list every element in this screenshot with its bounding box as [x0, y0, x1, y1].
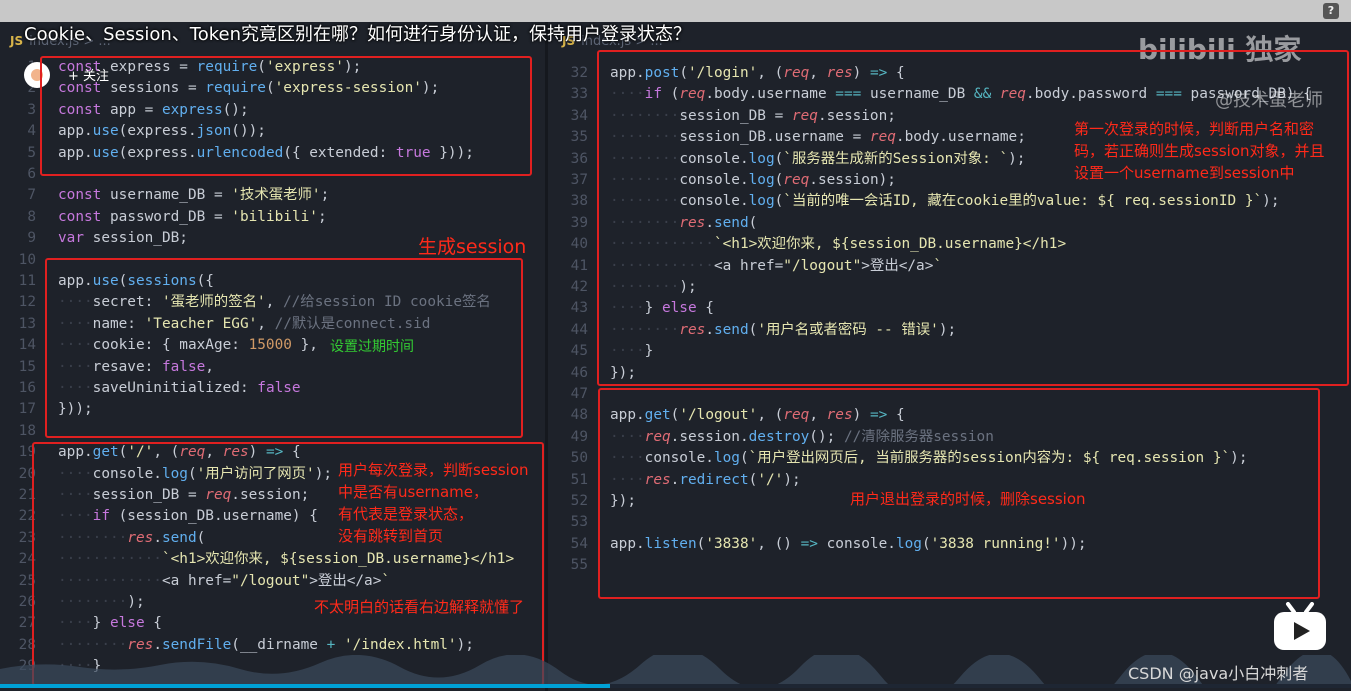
line-number: 47 [570, 386, 588, 402]
line-number: 27 [18, 615, 36, 632]
annotation-see-right: 不太明白的话看右边解释就懂了 [314, 598, 525, 616]
csdn-watermark: CSDN @java小白冲刺者 [1128, 664, 1309, 683]
code-line-9[interactable]: 9 var session_DB; [0, 228, 188, 249]
line-number: 21 [18, 487, 36, 503]
line-number: 49 [570, 428, 588, 445]
highlight-box-imports [40, 56, 532, 176]
line-number: 40 [570, 236, 588, 253]
line-number: 12 [18, 294, 36, 311]
line-number: 35 [570, 129, 588, 146]
line-number: 50 [570, 450, 588, 467]
line-number: 23 [18, 529, 36, 546]
line-number: 4 [27, 123, 36, 140]
line-number: 25 [18, 572, 36, 589]
line-number: 32 [570, 65, 588, 81]
line-number: 37 [570, 172, 588, 188]
line-number: 46 [570, 364, 588, 381]
line-number: 44 [570, 321, 588, 338]
annotation-first-login-2: 码，若正确则生成session对象，并且 [1074, 142, 1325, 160]
line-number: 13 [18, 315, 36, 332]
annotation-first-login-3: 设置一个username到session中 [1074, 164, 1295, 182]
line-number: 8 [27, 208, 36, 225]
js-file-icon: JS [10, 34, 24, 48]
line-number: 43 [570, 300, 588, 317]
line-number: 18 [18, 422, 36, 439]
video-top-strip: ? [0, 0, 1351, 22]
line-number: 55 [570, 557, 588, 574]
line-number: 19 [18, 444, 36, 461]
annotation-each-login-2: 中是否有username， [338, 483, 488, 501]
line-number: 42 [570, 279, 588, 295]
line-number: 26 [18, 594, 36, 610]
line-number: 39 [570, 214, 588, 231]
line-number: 11 [18, 273, 36, 289]
line-number: 48 [570, 407, 588, 424]
line-number: 22 [18, 508, 36, 525]
annotation-each-login-3: 有代表是登录状态， [338, 505, 474, 523]
line-number: 54 [570, 535, 588, 552]
line-number: 16 [18, 380, 36, 396]
help-icon[interactable]: ? [1323, 3, 1339, 19]
line-number: 14 [18, 337, 36, 354]
line-number: 53 [570, 514, 588, 531]
annotation-first-login-1: 第一次登录的时候，判断用户名和密 [1074, 120, 1315, 138]
video-progress-bar[interactable] [0, 684, 1351, 688]
line-number: 24 [18, 551, 36, 568]
line-number: 51 [570, 471, 588, 488]
annotation-gen-session: 生成session [418, 236, 527, 258]
video-title: Cookie、Session、Token究竟区别在哪？如何进行身份认证，保持用户… [24, 24, 691, 45]
line-number: 17 [18, 401, 36, 418]
annotation-expire: 设置过期时间 [330, 339, 414, 355]
line-number: 7 [27, 187, 36, 204]
highlight-box-login-route [597, 50, 1349, 386]
code-line-8[interactable]: 8 const password_DB = 'bilibili'; [0, 207, 326, 228]
line-number: 10 [18, 251, 36, 268]
line-number: 45 [570, 343, 588, 360]
line-number: 9 [27, 230, 36, 247]
line-number: 36 [570, 150, 588, 167]
line-number: 34 [570, 107, 588, 124]
code-line-7[interactable]: 7 const username_DB = '技术蛋老师'; [0, 185, 329, 206]
line-number: 5 [27, 144, 36, 161]
line-number: 33 [570, 86, 588, 103]
line-number: 20 [18, 465, 36, 482]
line-number: 41 [570, 257, 588, 274]
highlight-box-session-config [45, 258, 523, 438]
line-number: 38 [570, 193, 588, 210]
annotation-each-login-4: 没有跳转到首页 [338, 527, 444, 545]
progress-fill [0, 684, 610, 688]
line-number: 15 [18, 358, 36, 375]
line-number: 28 [18, 636, 36, 653]
line-number: 6 [27, 166, 36, 182]
annotation-each-login-1: 用户每次登录，判断session [338, 461, 529, 479]
bilibili-tv-icon[interactable] [1272, 602, 1328, 652]
line-number: 3 [27, 101, 36, 118]
annotation-logout: 用户退出登录的时候，删除session [850, 490, 1086, 508]
line-number: 52 [570, 493, 588, 509]
